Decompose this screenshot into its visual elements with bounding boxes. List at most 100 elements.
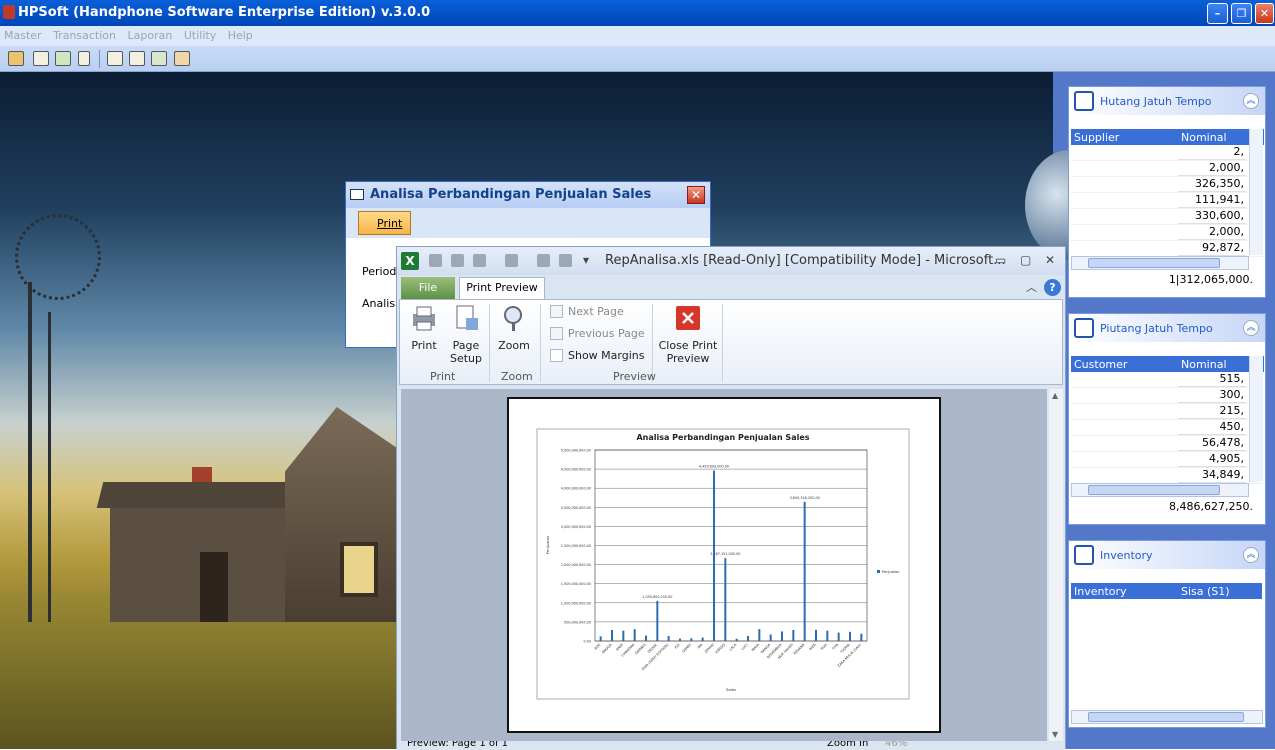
close-print-preview-button[interactable]: Close Print Preview xyxy=(658,304,718,365)
dialog-titlebar[interactable]: Analisa Perbandingan Penjualan Sales ✕ xyxy=(346,182,710,208)
customize-qat-icon[interactable]: ▾ xyxy=(583,253,589,267)
scroll-up-icon[interactable]: ▲ xyxy=(1052,391,1058,400)
windmill-pole xyxy=(48,312,51,622)
table-row[interactable]: 2, xyxy=(1071,145,1264,161)
close-print-label-2: Preview xyxy=(666,352,710,365)
status-zoom-in[interactable]: Zoom In xyxy=(827,741,868,749)
minimize-button[interactable]: – xyxy=(1207,3,1228,24)
collapse-icon[interactable]: ︽ xyxy=(1243,320,1259,336)
scroll-down-icon[interactable]: ▼ xyxy=(1052,730,1058,739)
table-row[interactable]: 56,478, xyxy=(1071,436,1264,452)
inventory-grid[interactable]: Inventory Sisa (S1) xyxy=(1071,583,1262,599)
column-inventory[interactable]: Inventory xyxy=(1071,583,1178,599)
table-row[interactable]: 111,941, xyxy=(1071,193,1264,209)
picture-icon[interactable] xyxy=(55,51,71,66)
table-row[interactable]: 4,905, xyxy=(1071,452,1264,468)
print-button[interactable]: Print xyxy=(358,211,411,235)
close-button[interactable]: ✕ xyxy=(1255,3,1274,24)
menu-laporan[interactable]: Laporan xyxy=(124,26,177,42)
phone-icon[interactable] xyxy=(78,51,90,66)
chart-bar xyxy=(769,634,772,641)
table-row[interactable]: 300, xyxy=(1071,388,1264,404)
table-row[interactable]: 515, xyxy=(1071,372,1264,388)
chart-bar xyxy=(792,629,795,641)
vertical-scrollbar[interactable] xyxy=(1249,356,1263,482)
menu-utility[interactable]: Utility xyxy=(180,26,220,42)
table-row[interactable]: 330,600, xyxy=(1071,209,1264,225)
tab-print-preview[interactable]: Print Preview xyxy=(459,277,545,299)
ribbon-zoom-button[interactable]: Zoom xyxy=(497,304,531,352)
help-icon[interactable]: ? xyxy=(1044,279,1061,296)
vertical-scrollbar[interactable] xyxy=(1249,129,1263,255)
table-row[interactable]: 92,872, xyxy=(1071,241,1264,257)
excel-restore-button[interactable]: ▢ xyxy=(1020,253,1031,267)
undo-icon[interactable] xyxy=(473,254,486,267)
inventory-panel-header[interactable]: Inventory ︽ xyxy=(1069,541,1265,569)
column-nominal[interactable]: Nominal xyxy=(1178,129,1246,145)
piutang-grid[interactable]: Customer Nominal 515, 300, 215, 450, 56,… xyxy=(1071,356,1264,484)
column-supplier[interactable]: Supplier xyxy=(1071,129,1178,145)
table-row[interactable]: 34,849, xyxy=(1071,468,1264,484)
save-as-icon[interactable] xyxy=(451,254,464,267)
scroll-thumb[interactable] xyxy=(1088,712,1244,722)
show-margins-checkbox[interactable] xyxy=(550,349,563,362)
page-setup-button[interactable]: Page Setup xyxy=(446,304,486,365)
menu-transaction[interactable]: Transaction xyxy=(49,26,120,42)
table-row[interactable]: 450, xyxy=(1071,420,1264,436)
previous-page-button[interactable]: Previous Page xyxy=(568,327,645,340)
column-sisa[interactable]: Sisa (S1) xyxy=(1178,583,1258,599)
excel-minimize-button[interactable]: ▭ xyxy=(995,253,1006,267)
horizontal-scrollbar[interactable] xyxy=(1071,710,1263,724)
toolbar xyxy=(0,46,1275,72)
redo-icon[interactable] xyxy=(505,254,518,267)
scroll-thumb[interactable] xyxy=(1088,258,1220,268)
excel-window: X ▾ RepAnalisa.xls [Read-Only] [Compatib… xyxy=(396,246,1066,750)
dialog-close-button[interactable]: ✕ xyxy=(687,186,705,204)
table-row[interactable]: 2,000, xyxy=(1071,225,1264,241)
chart-bar xyxy=(849,631,851,641)
nominal-cell: 92,872, xyxy=(1178,241,1246,256)
y-tick-label: 3,000,000,000.00 xyxy=(561,525,591,529)
hutang-panel-header[interactable]: Hutang Jatuh Tempo ︽ xyxy=(1069,87,1265,115)
restore-button[interactable]: ❐ xyxy=(1231,3,1252,24)
table-row[interactable]: 215, xyxy=(1071,404,1264,420)
column-nominal[interactable]: Nominal xyxy=(1178,356,1246,372)
next-page-button[interactable]: Next Page xyxy=(568,305,624,318)
table-row[interactable]: 2,000, xyxy=(1071,161,1264,177)
form-icon[interactable] xyxy=(33,51,49,66)
minimize-ribbon-icon[interactable]: ︿ xyxy=(1026,279,1037,295)
chart-bar xyxy=(747,636,749,641)
hutang-grid[interactable]: Supplier Nominal 2, 2,000, 326,350, 111,… xyxy=(1071,129,1264,257)
print-preview-icon[interactable] xyxy=(537,254,550,267)
piutang-panel-header[interactable]: Piutang Jatuh Tempo ︽ xyxy=(1069,314,1265,342)
preview-vertical-scrollbar[interactable]: ▲ ▼ xyxy=(1049,389,1063,741)
grid-header: Customer Nominal xyxy=(1071,356,1264,372)
users-icon[interactable] xyxy=(151,51,167,66)
collapse-icon[interactable]: ︽ xyxy=(1243,93,1259,109)
column-customer[interactable]: Customer xyxy=(1071,356,1178,372)
menu-master[interactable]: Master xyxy=(0,26,46,42)
excel-close-button[interactable]: ✕ xyxy=(1045,253,1055,267)
save-icon[interactable] xyxy=(429,254,442,267)
menu-help[interactable]: Help xyxy=(224,26,257,42)
horizontal-scrollbar[interactable] xyxy=(1071,483,1249,497)
ribbon-separator xyxy=(722,304,723,382)
tab-file[interactable]: File xyxy=(401,277,455,299)
list-icon[interactable] xyxy=(107,51,123,66)
quick-print-icon[interactable] xyxy=(559,254,572,267)
scroll-thumb[interactable] xyxy=(1088,485,1220,495)
excel-titlebar[interactable]: X ▾ RepAnalisa.xls [Read-Only] [Compatib… xyxy=(397,247,1065,275)
house-roof xyxy=(96,482,314,508)
collapse-icon[interactable]: ︽ xyxy=(1243,547,1259,563)
grid-icon[interactable] xyxy=(129,51,145,66)
table-row[interactable]: 326,350, xyxy=(1071,177,1264,193)
toolbar-separator xyxy=(99,50,100,68)
report-icon[interactable] xyxy=(174,51,190,66)
folder-icon[interactable] xyxy=(8,51,24,66)
nominal-cell: 450, xyxy=(1178,420,1246,435)
horizontal-scrollbar[interactable] xyxy=(1071,256,1249,270)
y-tick-label: 3,500,000,000.00 xyxy=(561,506,591,510)
chart-bar xyxy=(815,629,817,641)
preview-area[interactable]: Analisa Perbandingan Penjualan Sales 5,00… xyxy=(401,389,1047,741)
ribbon-print-button[interactable]: Print xyxy=(406,304,442,352)
